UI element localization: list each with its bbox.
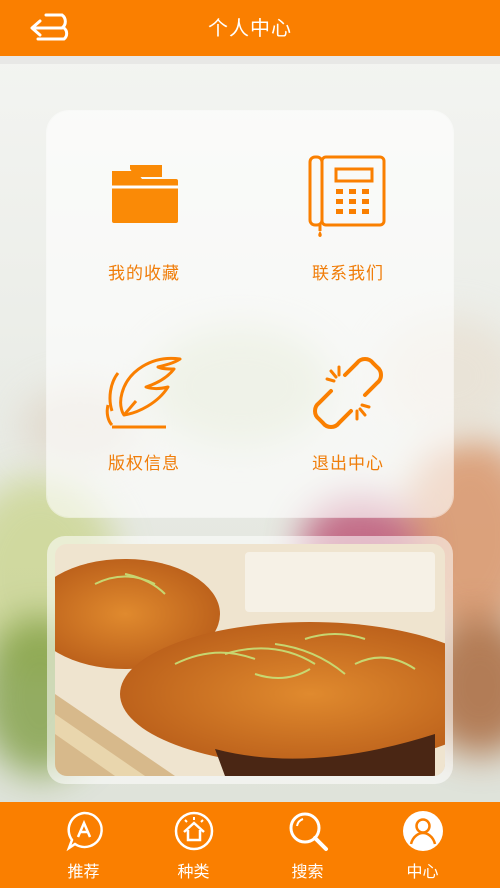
menu-item-label: 退出中心 [312,454,384,474]
broken-link-icon [313,357,383,429]
tab-center[interactable]: 中心 [360,802,485,888]
user-icon [402,811,443,851]
menu-card: 我的收藏 联系我们 版权信息 退出中心 [47,111,453,517]
page-title: 个人中心 [208,16,292,40]
tab-recommend[interactable]: 推荐 [21,802,146,888]
tab-label: 种类 [177,862,210,881]
menu-item-favorites[interactable]: 我的收藏 [54,146,234,296]
bottom-tab-bar: 推荐 种类 搜索 中心 [0,802,500,888]
tab-label: 推荐 [67,862,100,881]
recommend-icon [65,811,103,852]
menu-item-label: 联系我们 [312,264,384,284]
category-icon [174,811,213,851]
meat-floss-bread-photo[interactable] [55,544,445,776]
tab-label: 中心 [406,862,439,881]
tab-search[interactable]: 搜索 [245,802,370,888]
menu-item-contact[interactable]: 联系我们 [258,146,438,296]
tab-label: 搜索 [291,862,324,881]
top-bar: 个人中心 [0,0,500,56]
header-divider [0,56,500,64]
menu-item-label: 版权信息 [108,454,180,474]
tab-category[interactable]: 种类 [131,802,256,888]
menu-item-logout[interactable]: 退出中心 [258,341,438,491]
food-photo-image [55,544,445,776]
telephone-icon [308,155,386,237]
feather-quill-icon [105,356,182,429]
banner-frame [47,536,453,784]
folder-icon [112,165,178,223]
search-icon [289,812,328,851]
menu-item-label: 我的收藏 [108,264,180,284]
menu-item-copyright[interactable]: 版权信息 [54,341,234,491]
